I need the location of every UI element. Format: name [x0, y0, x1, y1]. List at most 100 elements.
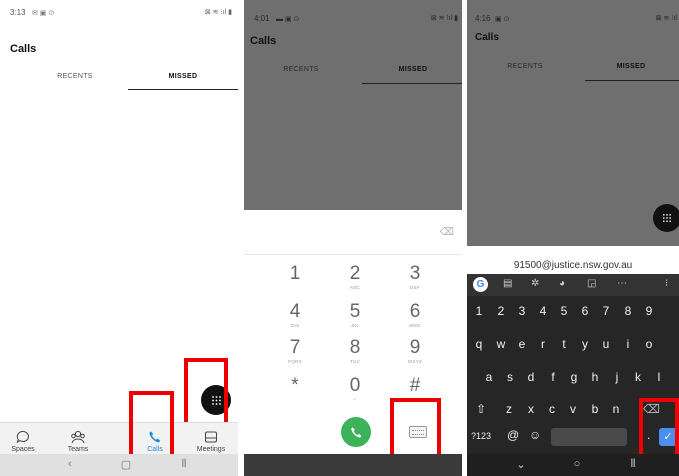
dial-number-field[interactable]: ⌫	[244, 210, 462, 255]
kb-key-h[interactable]: h	[587, 370, 603, 384]
keyboard-toolbar: G ▤ ✲ ◕ ◲ ⋯ ⁝	[467, 274, 679, 296]
page-title: Calls	[10, 43, 37, 55]
status-notification-icons: ▬ ▣ ⊙	[276, 16, 300, 23]
back-icon[interactable]: ‹	[60, 458, 80, 470]
key-hash[interactable]: #	[385, 376, 445, 396]
key-5[interactable]: 5 JKL	[325, 302, 385, 329]
system-nav-bar: ‹ ▢ ⦀	[0, 454, 238, 476]
tab-missed[interactable]: MISSED	[587, 63, 675, 70]
dimmed-calls-background	[244, 0, 462, 210]
call-button[interactable]	[341, 417, 371, 447]
key-8[interactable]: 8 TUV	[325, 338, 385, 365]
nav-teams-label: Teams	[67, 446, 89, 453]
key-3[interactable]: 3 DEF	[385, 264, 445, 291]
dial-address-value: 91500@justice.nsw.gov.au	[513, 260, 633, 271]
bottom-nav: Spaces Teams Calls Meetings	[0, 422, 238, 455]
system-nav-bar	[244, 454, 462, 476]
key-9[interactable]: 9 WXYZ	[385, 338, 445, 365]
screen-calls-missed-list: 3:13 ✉ ▣ ⊙ ⊠ ≋ ⁝ıl ▮ Calls RECENTS MISSE…	[0, 0, 238, 476]
kb-key-b[interactable]: b	[587, 402, 603, 416]
key-6[interactable]: 6 MNO	[385, 302, 445, 329]
tab-missed[interactable]: MISSED	[128, 73, 238, 80]
kb-key-8[interactable]: 8	[620, 304, 636, 318]
home-icon[interactable]: ○	[567, 458, 587, 470]
key-1[interactable]: 1	[265, 264, 325, 284]
key-star[interactable]: *	[265, 376, 325, 396]
status-system-icons: ⊠ ≋ ⁝ıl ▮	[204, 9, 232, 16]
kb-key-f[interactable]: f	[545, 370, 561, 384]
one-handed-icon[interactable]: ◲	[587, 278, 596, 289]
kb-key-e[interactable]: e	[514, 337, 530, 351]
key-2[interactable]: 2 ABC	[325, 264, 385, 291]
screen-dial-with-keyboard: 4:16 ▣ ⊙ ⊠ ≋ ⁝ıl Calls RECENTS MISSED 91…	[467, 0, 679, 476]
kb-key-a[interactable]: a	[481, 370, 497, 384]
more-options-icon[interactable]: ⋯	[617, 278, 627, 289]
key-7[interactable]: 7 PQRS	[265, 338, 325, 365]
kb-key-s[interactable]: s	[502, 370, 518, 384]
kb-key-l[interactable]: l	[651, 370, 667, 384]
kb-key-o[interactable]: o	[641, 337, 657, 351]
kb-key-j[interactable]: j	[609, 370, 625, 384]
tab-recents[interactable]: RECENTS	[481, 63, 569, 70]
kb-key-i[interactable]: i	[620, 337, 636, 351]
kb-key-c[interactable]: c	[544, 402, 560, 416]
status-system-icons: ⊠ ≋ ⁝ıl ▮	[430, 15, 458, 22]
kb-key-q[interactable]: q	[471, 337, 487, 351]
kb-key-6[interactable]: 6	[577, 304, 593, 318]
status-time: 3:13	[10, 8, 26, 17]
kb-key-w[interactable]: w	[493, 337, 509, 351]
kb-key-1[interactable]: 1	[471, 304, 487, 318]
kb-key-n[interactable]: n	[608, 402, 624, 416]
settings-icon[interactable]: ✲	[531, 278, 539, 289]
dial-address-field[interactable]: 91500@justice.nsw.gov.au	[467, 246, 679, 274]
nav-teams[interactable]: Teams	[56, 423, 100, 453]
tab-recents[interactable]: RECENTS	[254, 66, 348, 73]
meetings-icon	[188, 429, 234, 445]
kb-key-at[interactable]: @	[507, 428, 519, 442]
kb-key-4[interactable]: 4	[535, 304, 551, 318]
nav-meetings-label: Meetings	[196, 446, 226, 453]
kb-key-v[interactable]: v	[565, 402, 581, 416]
kb-key-9[interactable]: 9	[641, 304, 657, 318]
status-time: 4:16	[475, 14, 491, 23]
google-icon[interactable]: G	[473, 277, 488, 292]
kb-key-3[interactable]: 3	[514, 304, 530, 318]
microphone-icon[interactable]: ⁝	[665, 278, 668, 289]
kb-key-7[interactable]: 7	[598, 304, 614, 318]
kb-key-k[interactable]: k	[630, 370, 646, 384]
tab-missed-indicator	[362, 83, 462, 84]
shift-icon[interactable]: ⇧	[473, 402, 489, 416]
kb-key-z[interactable]: z	[501, 402, 517, 416]
kb-key-u[interactable]: u	[598, 337, 614, 351]
kb-symbols-key[interactable]: ?123	[471, 431, 491, 441]
dialpad-fab[interactable]	[653, 204, 679, 232]
kb-key-d[interactable]: d	[523, 370, 539, 384]
nav-spaces-label: Spaces	[11, 446, 35, 453]
home-icon[interactable]: ▢	[116, 458, 136, 471]
key-0[interactable]: 0 +	[325, 376, 385, 403]
nav-spaces[interactable]: Spaces	[1, 423, 45, 453]
highlight-dialpad-fab	[184, 358, 228, 426]
clipboard-icon[interactable]: ▤	[503, 278, 512, 289]
emoji-icon[interactable]: ☺	[529, 428, 541, 442]
tab-missed[interactable]: MISSED	[366, 66, 460, 73]
recent-apps-icon[interactable]: ⦀	[174, 458, 194, 471]
status-notification-icons: ✉ ▣ ⊙	[32, 10, 55, 17]
kb-key-t[interactable]: t	[556, 337, 572, 351]
backspace-icon[interactable]: ⌫	[440, 227, 454, 238]
spacebar[interactable]	[551, 428, 627, 446]
nav-meetings[interactable]: Meetings	[188, 423, 234, 453]
kb-key-y[interactable]: y	[577, 337, 593, 351]
kb-key-2[interactable]: 2	[493, 304, 509, 318]
tab-missed-indicator	[585, 80, 679, 81]
kb-key-x[interactable]: x	[523, 402, 539, 416]
tab-recents[interactable]: RECENTS	[20, 73, 130, 80]
chevron-down-icon[interactable]: ⌄	[511, 458, 531, 471]
highlight-calls-tab	[129, 391, 174, 463]
kb-key-r[interactable]: r	[535, 337, 551, 351]
kb-key-5[interactable]: 5	[556, 304, 572, 318]
recent-apps-icon[interactable]: ⦀	[623, 458, 643, 471]
kb-key-g[interactable]: g	[566, 370, 582, 384]
key-4[interactable]: 4 GHI	[265, 302, 325, 329]
theme-icon[interactable]: ◕	[559, 278, 565, 289]
